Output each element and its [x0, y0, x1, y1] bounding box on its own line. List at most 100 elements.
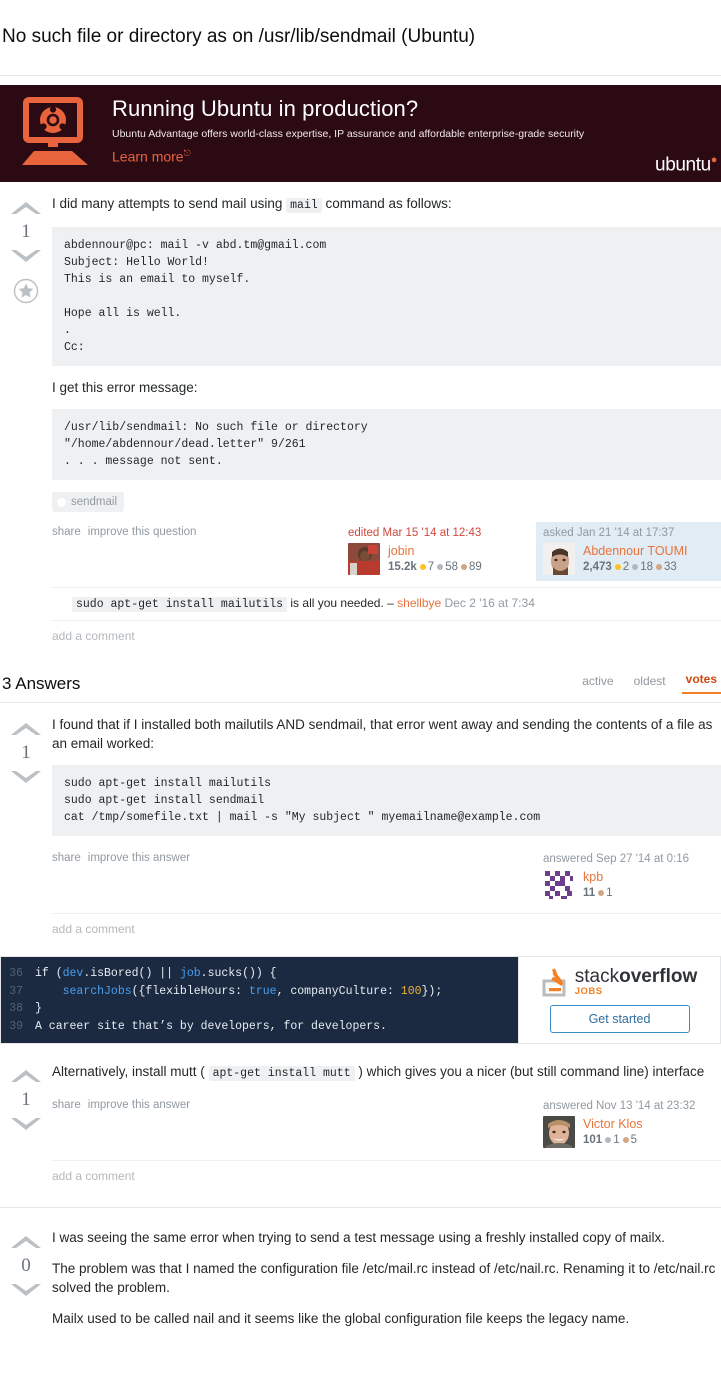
asker-name[interactable]: Abdennour TOUMI	[583, 543, 687, 559]
answer-2-text-pre: Alternatively, install mutt (	[52, 1064, 205, 1080]
learn-more-label: Learn more	[112, 149, 184, 166]
tab-oldest[interactable]: oldest	[630, 671, 670, 694]
comment-date: Dec 2 '16 at 7:34	[444, 596, 535, 611]
answerer-bronze-count: 5	[630, 1134, 637, 1147]
question-code-block-2: /usr/lib/sendmail: No such file or direc…	[52, 409, 721, 481]
answer-1-vote-cell: 1	[0, 715, 52, 946]
jobs-ad-code: 36 if (dev.isBored() || job.sucks()) { 3…	[1, 957, 518, 1044]
tab-active[interactable]: active	[578, 671, 617, 694]
tag-dot-icon	[57, 497, 66, 507]
share-question-link[interactable]: share	[52, 526, 81, 538]
question-vote-cell: 1	[0, 194, 52, 653]
vote-down-icon[interactable]	[8, 246, 44, 266]
asker-bronze-count: 33	[663, 561, 677, 574]
answerer-reputation: 11 1	[583, 885, 613, 901]
line-content: if (dev.isBored() || job.sucks()) {	[35, 967, 277, 981]
answerer-user-card[interactable]: answered Sep 27 '14 at 0:16 kpb 11 1	[536, 848, 721, 907]
question-intro-tail: command as follows:	[325, 196, 452, 212]
answer-1-user-cards: answered Sep 27 '14 at 0:16 kpb 11 1	[536, 848, 721, 907]
vote-up-icon[interactable]	[8, 719, 44, 739]
avatar[interactable]	[348, 543, 380, 576]
bronze-badge-icon	[655, 564, 662, 571]
question-actions: share improve this question	[52, 522, 203, 538]
tag-sendmail[interactable]: sendmail	[52, 492, 125, 513]
ubuntu-logo-text: ubuntu	[655, 154, 711, 176]
jobs-code-line: 38 }	[1, 1000, 518, 1018]
line-content: }	[35, 1002, 42, 1016]
share-answer-link[interactable]: share	[52, 852, 81, 864]
vote-up-icon[interactable]	[8, 1232, 44, 1252]
share-answer-link[interactable]: share	[52, 1099, 81, 1111]
question-body-cell: I did many attempts to send mail using m…	[52, 194, 721, 653]
asker-rep-value: 2,473	[583, 561, 612, 574]
comment-inline-code: sudo apt-get install mailutils	[72, 597, 288, 613]
answer-3-paragraph-2: The problem was that I named the configu…	[52, 1261, 716, 1296]
improve-answer-link[interactable]: improve this answer	[88, 1099, 190, 1111]
logo-jobs: JOBS	[574, 986, 603, 998]
gold-badge-icon	[419, 564, 426, 571]
comment-item: sudo apt-get install mailutils is all yo…	[52, 587, 721, 620]
ubuntu-ad-headline: Running Ubuntu in production?	[112, 96, 419, 122]
title-divider	[0, 75, 721, 77]
editor-info: jobin 15.2k 7 58 89	[388, 543, 482, 575]
edited-timestamp: edited Mar 15 '14 at 12:43	[348, 527, 482, 540]
improve-question-link[interactable]: improve this question	[88, 526, 197, 538]
answer-1-paragraph: I found that if I installed both mailuti…	[52, 717, 713, 752]
learn-more-link[interactable]: Learn more⎋	[112, 148, 191, 165]
answerer-user-card[interactable]: answered Nov 13 '14 at 23:32 Victor Klos…	[536, 1095, 721, 1154]
vote-down-icon[interactable]	[8, 767, 44, 787]
question-vote-count: 1	[21, 221, 31, 243]
add-comment-link[interactable]: add a comment	[52, 620, 721, 653]
editor-card-body: jobin 15.2k 7 58 89	[348, 543, 520, 576]
get-started-button[interactable]: Get started	[549, 1005, 690, 1034]
vote-down-icon[interactable]	[8, 1114, 44, 1134]
avatar[interactable]	[543, 869, 575, 902]
answerer-card-body: Victor Klos 101 1 5	[543, 1116, 715, 1149]
answers-header: 3 Answers active oldest votes	[0, 653, 721, 702]
avatar[interactable]	[543, 543, 575, 576]
question-comments: sudo apt-get install mailutils is all yo…	[52, 587, 721, 653]
tag-label: sendmail	[71, 496, 118, 509]
vote-down-icon[interactable]	[8, 1280, 44, 1300]
stack-overflow-jobs-ad[interactable]: 36 if (dev.isBored() || job.sucks()) { 3…	[0, 956, 721, 1045]
gold-badge-icon	[614, 564, 621, 571]
avatar[interactable]	[543, 1116, 575, 1149]
answerer-rep-value: 11	[583, 887, 596, 900]
answer-3-paragraph-1: I was seeing the same error when trying …	[52, 1230, 666, 1246]
asker-gold-count: 2	[622, 561, 630, 574]
bronze-badge-icon	[622, 1137, 629, 1144]
bronze-badge-icon	[598, 890, 605, 897]
ubuntu-ad-text: Running Ubuntu in production? Ubuntu Adv…	[112, 95, 711, 167]
ubuntu-advantage-ad[interactable]: Running Ubuntu in production? Ubuntu Adv…	[0, 85, 721, 183]
page-title: No such file or directory as on /usr/lib…	[2, 25, 476, 47]
answer-1-code-block: sudo apt-get install mailutils sudo apt-…	[52, 765, 721, 837]
answer-2-comments: add a comment	[52, 1160, 721, 1193]
editor-reputation: 15.2k 7 58 89	[388, 559, 482, 575]
favorite-star-icon[interactable]	[13, 278, 39, 304]
asker-user-card[interactable]: asked Jan 21 '14 at 17:37 Abdennour TOUM…	[536, 522, 721, 582]
editor-name[interactable]: jobin	[388, 543, 482, 559]
add-comment-link[interactable]: add a comment	[52, 913, 721, 946]
answerer-name[interactable]: Victor Klos	[583, 1116, 643, 1132]
question-post: 1 I did many attempts to send mail using…	[0, 182, 721, 653]
vote-up-icon[interactable]	[8, 1066, 44, 1086]
editor-gold-count: 7	[427, 561, 435, 574]
tab-votes[interactable]: votes	[681, 669, 721, 695]
jobs-code-line: 36 if (dev.isBored() || job.sucks()) {	[1, 965, 518, 983]
asker-card-body: Abdennour TOUMI 2,473 2 18 33	[543, 543, 715, 576]
add-comment-link[interactable]: add a comment	[52, 1160, 721, 1193]
answerer-name[interactable]: kpb	[583, 869, 613, 885]
ubuntu-logo: ubuntu●	[655, 154, 717, 176]
silver-badge-icon	[605, 1137, 612, 1144]
comment-author[interactable]: shellbye	[397, 596, 441, 610]
jobs-code-line: 37 searchJobs({flexibleHours: true, comp…	[1, 983, 518, 1001]
answer-2-vote-count: 1	[21, 1089, 31, 1111]
answer-2-user-cards: answered Nov 13 '14 at 23:32 Victor Klos…	[536, 1095, 721, 1154]
question-error-lead: I get this error message:	[52, 380, 198, 396]
question-user-cards: edited Mar 15 '14 at 12:43 jobin 15.2k 7…	[341, 522, 721, 582]
ubuntu-monitor-icon	[22, 97, 88, 166]
improve-answer-link[interactable]: improve this answer	[88, 852, 190, 864]
editor-user-card[interactable]: edited Mar 15 '14 at 12:43 jobin 15.2k 7…	[341, 522, 526, 581]
vote-up-icon[interactable]	[8, 198, 44, 218]
answer-2-vote-cell: 1	[0, 1062, 52, 1193]
